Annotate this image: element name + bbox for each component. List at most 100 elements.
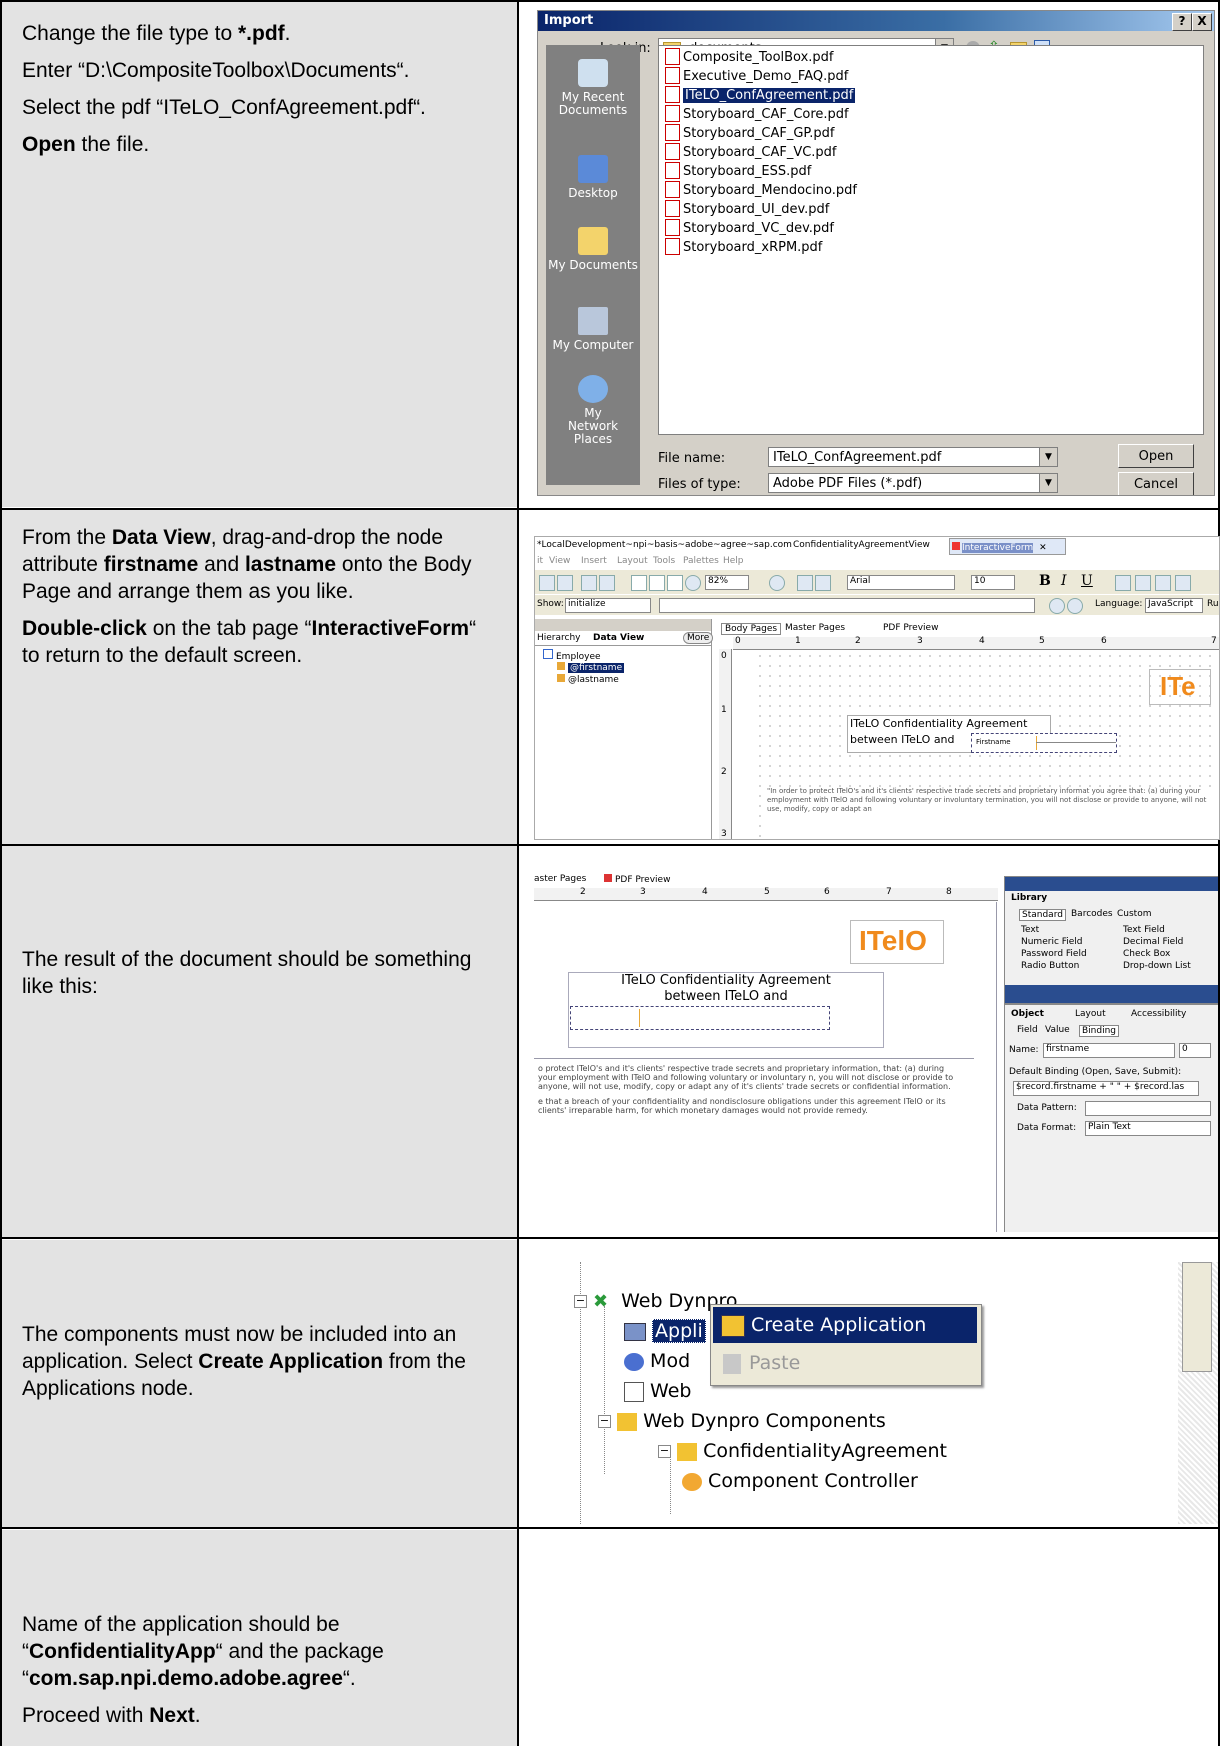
tree-node-web-dynpro-components[interactable]: − Web Dynpro Components [598, 1410, 886, 1432]
menu-layout[interactable]: Layout [617, 556, 648, 566]
collapse-icon[interactable]: − [658, 1445, 671, 1458]
undo-icon[interactable] [539, 575, 555, 591]
tab-interactive-form[interactable]: InteractiveForm ✕ [949, 538, 1066, 555]
name-input[interactable]: firstname [1043, 1043, 1175, 1058]
place-my-network-places[interactable]: My Network Places [546, 375, 640, 446]
tab-data-view[interactable]: Data View [593, 633, 644, 643]
file-item[interactable]: Storyboard_CAF_VC.pdf [665, 143, 837, 162]
tab-pdf-preview[interactable]: PDF Preview [883, 623, 938, 633]
tool-icon[interactable] [815, 575, 831, 591]
tree-node-web-resources[interactable]: Web [624, 1380, 691, 1402]
check-syntax-icon[interactable] [1049, 598, 1065, 614]
tree-node-confidentiality-agreement[interactable]: − ConfidentialityAgreement [658, 1440, 947, 1462]
cancel-button[interactable]: Cancel [1118, 472, 1194, 495]
file-item[interactable]: Executive_Demo_FAQ.pdf [665, 67, 848, 86]
tab-accessibility[interactable]: Accessibility [1131, 1009, 1186, 1019]
tab-hierarchy[interactable]: Hierarchy [537, 633, 581, 643]
scrollbar[interactable] [1178, 1262, 1218, 1524]
place-my-computer[interactable]: My Computer [546, 307, 640, 352]
file-item[interactable]: Composite_ToolBox.pdf [665, 48, 834, 67]
data-pattern-select[interactable] [1085, 1101, 1211, 1116]
agreement-body-text[interactable]: o protect ITelO's and it's clients' resp… [538, 1064, 958, 1115]
font-size-select[interactable]: 10 [971, 575, 1015, 590]
subtab-field[interactable]: Field [1017, 1025, 1038, 1035]
justify-icon[interactable] [1175, 575, 1191, 591]
menu-view[interactable]: View [549, 556, 570, 566]
tab-object[interactable]: Object [1011, 1009, 1044, 1019]
collapse-icon[interactable]: − [574, 1295, 587, 1308]
zoom-out-icon[interactable] [685, 575, 701, 591]
italic-button[interactable]: I [1061, 573, 1067, 589]
redo-icon[interactable] [557, 575, 573, 591]
place-my-documents[interactable]: My Documents [546, 227, 640, 272]
tab-master-pages[interactable]: aster Pages [534, 874, 586, 884]
open-button[interactable]: Open [1118, 444, 1194, 468]
file-name-input[interactable]: ITeLO_ConfAgreement.pdf ▼ [768, 447, 1058, 467]
library-item-check-box[interactable]: Check Box [1123, 949, 1170, 959]
zoom-select[interactable]: 82% [705, 575, 749, 590]
place-desktop[interactable]: Desktop [546, 155, 640, 200]
tree-node-models[interactable]: Mod [624, 1350, 690, 1372]
menu-help[interactable]: Help [723, 556, 744, 566]
tool-icon[interactable] [797, 575, 813, 591]
library-item-numeric-field[interactable]: Numeric Field [1021, 937, 1083, 947]
close-icon[interactable]: ✕ [1039, 543, 1047, 553]
file-item[interactable]: Storyboard_VC_dev.pdf [665, 219, 834, 238]
files-of-type-select[interactable]: Adobe PDF Files (*.pdf) ▼ [768, 473, 1058, 493]
chevron-down-icon[interactable]: ▼ [1039, 448, 1057, 466]
more-button[interactable]: More [683, 632, 714, 644]
body-page-canvas[interactable]: ITe ITeLO Confidentiality Agreement betw… [755, 651, 1219, 839]
library-item-text[interactable]: Text [1021, 925, 1039, 935]
tab-layout[interactable]: Layout [1075, 1009, 1106, 1019]
file-item[interactable]: Storyboard_UI_dev.pdf [665, 200, 829, 219]
tree-node-employee[interactable]: Employee [543, 649, 601, 662]
align-right-icon[interactable] [1155, 575, 1171, 591]
language-select[interactable]: JavaScript [1145, 598, 1203, 613]
font-select[interactable]: Arial [847, 575, 955, 590]
file-item[interactable]: Storyboard_Mendocino.pdf [665, 181, 857, 200]
firstname-field[interactable] [570, 1006, 830, 1030]
page-icon[interactable] [631, 575, 647, 591]
place-recent-documents[interactable]: My Recent Documents [546, 59, 640, 117]
bold-button[interactable]: B [1039, 573, 1051, 589]
library-item-text-field[interactable]: Text Field [1123, 925, 1165, 935]
menu-palettes[interactable]: Palettes [683, 556, 719, 566]
snap-icon[interactable] [599, 575, 615, 591]
scrollbar-thumb[interactable] [1182, 1262, 1212, 1372]
tree-node-firstname[interactable]: @firstname [557, 662, 625, 673]
tab-barcodes[interactable]: Barcodes [1071, 909, 1113, 919]
library-item-password-field[interactable]: Password Field [1021, 949, 1087, 959]
underline-button[interactable]: U [1081, 573, 1093, 589]
align-center-icon[interactable] [1135, 575, 1151, 591]
page-icon[interactable] [649, 575, 665, 591]
grid-icon[interactable] [581, 575, 597, 591]
tab-local-development[interactable]: *LocalDevelopment~npi~basis~adobe~agree~… [537, 540, 792, 550]
tree-node-applications[interactable]: Appli [624, 1319, 706, 1343]
tab-body-pages[interactable]: Body Pages [721, 623, 782, 635]
file-item-selected[interactable]: ITeLO_ConfAgreement.pdf [665, 86, 856, 105]
file-list[interactable]: Composite_ToolBox.pdf Executive_Demo_FAQ… [658, 45, 1204, 435]
file-item[interactable]: Storyboard_ESS.pdf [665, 162, 811, 181]
tree-node-lastname[interactable]: @lastname [557, 674, 619, 685]
align-left-icon[interactable] [1115, 575, 1131, 591]
library-item-decimal-field[interactable]: Decimal Field [1123, 937, 1183, 947]
library-item-drop-down-list[interactable]: Drop-down List [1123, 961, 1191, 971]
create-application-menu-item[interactable]: Create Application [713, 1307, 977, 1343]
tab-pdf-preview[interactable]: PDF Preview [604, 874, 670, 885]
collapse-icon[interactable]: − [598, 1415, 611, 1428]
tab-custom[interactable]: Custom [1117, 909, 1151, 919]
default-binding-input[interactable]: $record.firstname + " " + $record.las [1013, 1081, 1199, 1096]
data-format-select[interactable]: Plain Text [1085, 1121, 1211, 1136]
library-tab[interactable]: Library [1011, 893, 1047, 903]
tab-standard[interactable]: Standard [1019, 909, 1066, 921]
file-item[interactable]: Storyboard_xRPM.pdf [665, 238, 822, 257]
agreement-body-text[interactable]: "In order to protect ITelO's and it's cl… [767, 787, 1219, 839]
cancel-icon[interactable] [1067, 598, 1083, 614]
close-button[interactable]: X [1192, 13, 1212, 31]
subtab-binding[interactable]: Binding [1079, 1025, 1120, 1037]
subtab-value[interactable]: Value [1045, 1025, 1070, 1035]
tree-node-component-controller[interactable]: Component Controller [682, 1470, 918, 1492]
tab-master-pages[interactable]: Master Pages [785, 623, 845, 633]
chevron-down-icon[interactable]: ▼ [1039, 474, 1057, 492]
zoom-in-icon[interactable] [769, 575, 785, 591]
